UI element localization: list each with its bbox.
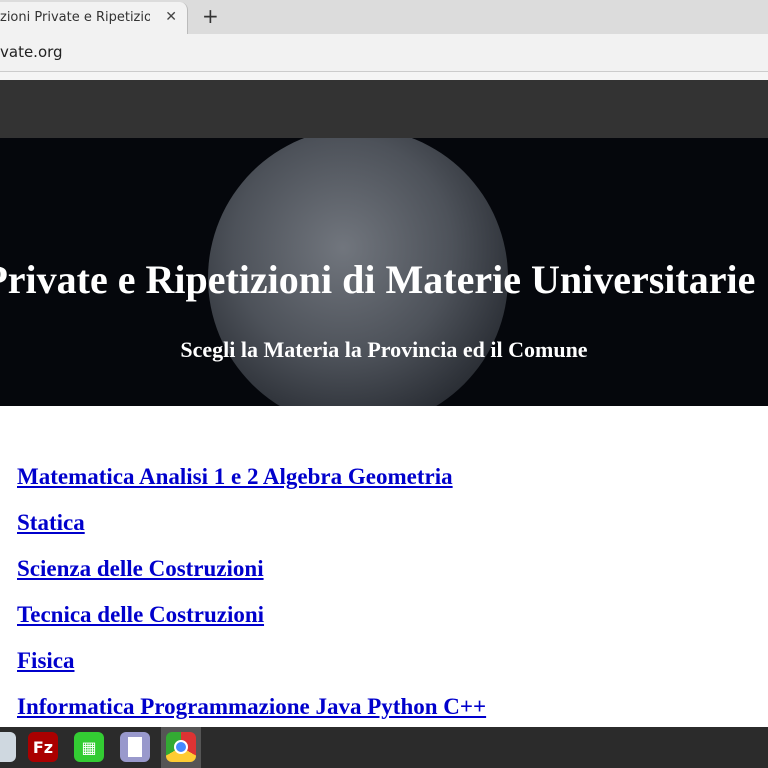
page-subtitle: Scegli la Materia la Provincia ed il Com… (180, 337, 588, 362)
url-text: vate.org (0, 43, 63, 61)
chrome-icon[interactable] (166, 732, 196, 762)
site-navbar (0, 80, 768, 138)
link-fisica[interactable]: Fisica (17, 648, 486, 694)
tab-title: zioni Private e Ripetizioni di Materie U… (0, 10, 150, 25)
hero-banner: ni Private e Ripetizioni di Materie Univ… (0, 138, 768, 406)
page-title: ni Private e Ripetizioni di Materie Univ… (0, 257, 756, 302)
browser-tab[interactable]: zioni Private e Ripetizioni di Materie U… (0, 2, 188, 34)
divider (0, 72, 768, 80)
link-scienza-costruzioni[interactable]: Scienza delle Costruzioni (17, 556, 486, 602)
address-bar[interactable]: vate.org (0, 34, 768, 72)
text-editor-icon[interactable] (120, 732, 150, 762)
link-matematica[interactable]: Matematica Analisi 1 e 2 Algebra Geometr… (17, 464, 486, 510)
spreadsheet-icon[interactable]: ▦ (74, 732, 104, 762)
filezilla-icon[interactable]: Fz (28, 732, 58, 762)
close-icon[interactable]: ✕ (165, 9, 177, 25)
link-statica[interactable]: Statica (17, 510, 486, 556)
link-tecnica-costruzioni[interactable]: Tecnica delle Costruzioni (17, 602, 486, 648)
subject-links: Matematica Analisi 1 e 2 Algebra Geometr… (17, 464, 486, 740)
taskbar: Fz ▦ (0, 727, 768, 768)
new-tab-button[interactable]: + (202, 4, 219, 28)
tab-bar: zioni Private e Ripetizioni di Materie U… (0, 0, 768, 34)
files-icon[interactable] (0, 732, 16, 762)
